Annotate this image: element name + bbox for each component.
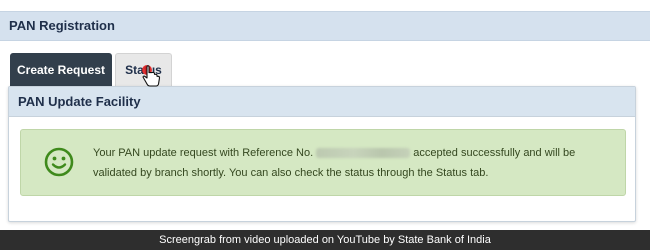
smiley-icon	[44, 147, 74, 177]
panel-header: PAN Update Facility	[9, 87, 635, 117]
message-line2: validated by branch shortly. You can als…	[93, 167, 489, 179]
video-caption-bar: Screengrab from video uploaded on YouTub…	[0, 230, 650, 250]
message-after-ref: accepted successfully and will be	[413, 147, 576, 159]
success-alert: Your PAN update request with Reference N…	[20, 129, 626, 196]
app-frame: PAN Registration Create Request Status P…	[0, 0, 650, 230]
tab-create-request-label: Create Request	[16, 62, 106, 77]
page-title: PAN Registration	[9, 18, 115, 33]
panel-title: PAN Update Facility	[18, 94, 141, 109]
tab-create-request[interactable]: Create Request	[10, 53, 112, 86]
page-header: PAN Registration	[0, 11, 650, 41]
success-message: Your PAN update request with Reference N…	[93, 143, 613, 183]
hand-cursor-icon	[142, 65, 161, 87]
redacted-reference-number	[316, 148, 411, 159]
message-before-ref: Your PAN update request with Reference N…	[93, 147, 314, 159]
caption-text: Screengrab from video uploaded on YouTub…	[159, 234, 491, 246]
pan-update-panel: PAN Update Facility Your PAN update requ…	[8, 86, 636, 222]
